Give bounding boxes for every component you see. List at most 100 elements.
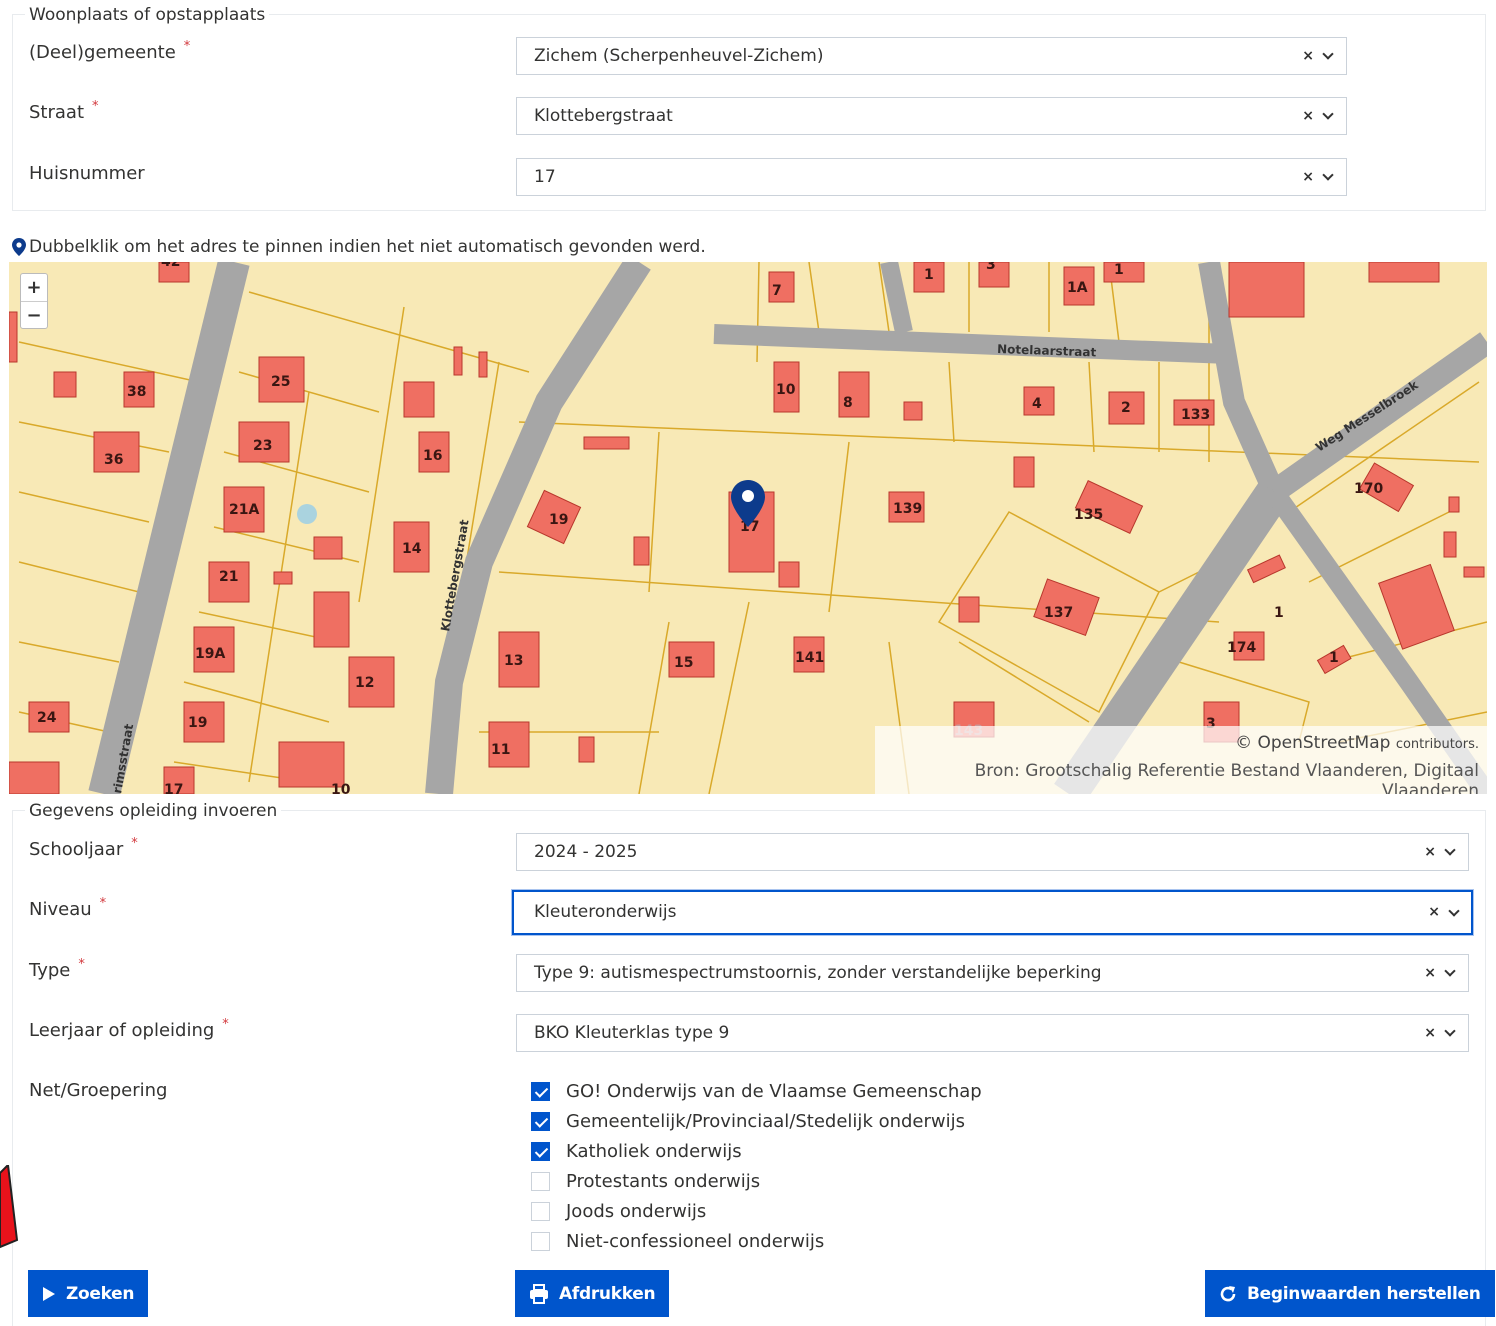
net-option[interactable]: Joods onderwijs: [531, 1196, 982, 1226]
huisnummer-label: Huisnummer: [29, 163, 145, 184]
clear-icon[interactable]: ×: [1424, 834, 1436, 870]
leerjaar-select[interactable]: BKO Kleuterklas type 9 ×: [516, 1014, 1469, 1052]
chevron-down-icon[interactable]: [1322, 48, 1334, 60]
house-number: 21: [219, 569, 238, 585]
required-marker: *: [78, 957, 85, 972]
checkbox[interactable]: [531, 1111, 550, 1131]
checkbox[interactable]: [531, 1231, 550, 1251]
zoom-control: + −: [20, 273, 48, 329]
house-number: 141: [795, 650, 824, 666]
map-pin-icon: [12, 238, 26, 256]
reset-button[interactable]: Beginwaarden herstellen: [1205, 1270, 1495, 1317]
checkbox[interactable]: [531, 1171, 550, 1191]
chevron-down-icon[interactable]: [1448, 904, 1460, 917]
house-number: 25: [271, 374, 290, 390]
required-marker: *: [92, 99, 99, 114]
required-marker: *: [131, 836, 138, 851]
gemeente-value: Zichem (Scherpenheuvel-Zichem): [534, 46, 824, 66]
gemeente-select[interactable]: Zichem (Scherpenheuvel-Zichem) ×: [516, 37, 1347, 75]
search-button[interactable]: Zoeken: [28, 1270, 149, 1317]
print-button[interactable]: Afdrukken: [515, 1270, 670, 1317]
clear-icon[interactable]: ×: [1424, 1015, 1436, 1051]
type-label: Type *: [29, 957, 85, 981]
map-hint: Dubbelklik om het adres te pinnen indien…: [12, 236, 706, 258]
net-option[interactable]: Niet-confessioneel onderwijs: [531, 1226, 982, 1256]
huisnummer-select[interactable]: 17 ×: [516, 158, 1347, 196]
house-number: 8: [843, 395, 853, 411]
clear-icon[interactable]: ×: [1428, 892, 1440, 933]
house-number: 15: [674, 655, 693, 671]
straat-label: Straat *: [29, 99, 99, 123]
play-icon: [43, 1286, 55, 1301]
net-option-label: Protestants onderwijs: [566, 1170, 761, 1192]
house-number: 1A: [1067, 280, 1088, 296]
house-number: 23: [253, 438, 272, 454]
net-option[interactable]: Protestants onderwijs: [531, 1166, 982, 1196]
zoom-out-button[interactable]: −: [21, 301, 47, 328]
leerjaar-label: Leerjaar of opleiding *: [29, 1017, 229, 1041]
house-number: 19A: [195, 646, 225, 662]
house-number: 13: [504, 653, 523, 669]
net-option[interactable]: Gemeentelijk/Provinciaal/Stedelijk onder…: [531, 1106, 982, 1136]
education-legend: Gegevens opleiding invoeren: [25, 801, 282, 821]
house-number: 14: [402, 541, 422, 557]
map-view[interactable]: Notelaarstraat Klottebergstraat Weg Mess…: [9, 262, 1487, 794]
clear-icon[interactable]: ×: [1302, 159, 1314, 195]
chevron-down-icon[interactable]: [1322, 169, 1334, 181]
net-option-label: Gemeentelijk/Provinciaal/Stedelijk onder…: [566, 1110, 966, 1132]
chevron-down-icon[interactable]: [1444, 965, 1456, 977]
house-number: 3: [986, 262, 996, 273]
street-label: Notelaarstraat: [997, 342, 1097, 359]
net-option[interactable]: Katholiek onderwijs: [531, 1136, 982, 1166]
map-hint-text: Dubbelklik om het adres te pinnen indien…: [29, 237, 706, 257]
schooljaar-label: Schooljaar *: [29, 836, 138, 860]
net-option-label: Joods onderwijs: [566, 1200, 707, 1222]
required-marker: *: [222, 1017, 229, 1032]
zoom-in-button[interactable]: +: [21, 274, 47, 301]
house-number: 2: [1121, 400, 1131, 416]
clear-icon[interactable]: ×: [1302, 38, 1314, 74]
clear-icon[interactable]: ×: [1302, 98, 1314, 134]
straat-select[interactable]: Klottebergstraat ×: [516, 97, 1347, 135]
search-button-label: Zoeken: [66, 1283, 135, 1304]
net-option-label: Niet-confessioneel onderwijs: [566, 1230, 825, 1252]
house-number: 1: [1114, 262, 1124, 278]
house-number: 1: [1329, 650, 1339, 666]
net-option-label: GO! Onderwijs van de Vlaamse Gemeenschap: [566, 1080, 982, 1102]
niveau-select[interactable]: Kleuteronderwijs ×: [512, 890, 1473, 935]
net-option-label: Katholiek onderwijs: [566, 1140, 742, 1162]
chevron-down-icon[interactable]: [1444, 1025, 1456, 1037]
niveau-label: Niveau *: [29, 896, 107, 920]
checkbox[interactable]: [531, 1141, 550, 1161]
house-number: 139: [893, 501, 922, 517]
checkbox[interactable]: [531, 1201, 550, 1221]
house-number: 4: [1032, 396, 1042, 412]
house-number: 38: [127, 384, 146, 400]
net-option[interactable]: GO! Onderwijs van de Vlaamse Gemeenschap: [531, 1076, 982, 1106]
clear-icon[interactable]: ×: [1424, 955, 1436, 991]
redo-icon: [1220, 1285, 1236, 1301]
annotation-arrow-icon: [0, 1165, 19, 1249]
schooljaar-select[interactable]: 2024 - 2025 ×: [516, 833, 1469, 871]
chevron-down-icon[interactable]: [1444, 844, 1456, 856]
chevron-down-icon[interactable]: [1322, 108, 1334, 120]
house-number: 19: [549, 512, 568, 528]
net-checkbox-group: GO! Onderwijs van de Vlaamse Gemeenschap…: [531, 1076, 982, 1256]
house-number: 12: [355, 675, 374, 691]
checkbox[interactable]: [531, 1081, 550, 1101]
type-select[interactable]: Type 9: autismespectrumstoornis, zonder …: [516, 954, 1469, 992]
map-canvas[interactable]: Notelaarstraat Klottebergstraat Weg Mess…: [9, 262, 1487, 794]
gemeente-label: (Deel)gemeente *: [29, 39, 191, 63]
map-source: Bron: Grootschalig Referentie Bestand Vl…: [974, 761, 1479, 794]
house-number: 24: [37, 710, 57, 726]
net-label: Net/Groepering: [29, 1080, 168, 1101]
house-number: 42: [161, 262, 180, 270]
house-number: 11: [491, 742, 510, 758]
house-number: 16: [423, 448, 442, 464]
house-number: 170: [1354, 481, 1383, 497]
osm-attribution[interactable]: © OpenStreetMap: [1235, 733, 1390, 753]
leerjaar-value: BKO Kleuterklas type 9: [534, 1023, 730, 1043]
house-number: 1: [924, 267, 934, 283]
osm-contributors: contributors.: [1395, 737, 1479, 752]
type-value: Type 9: autismespectrumstoornis, zonder …: [534, 963, 1102, 983]
